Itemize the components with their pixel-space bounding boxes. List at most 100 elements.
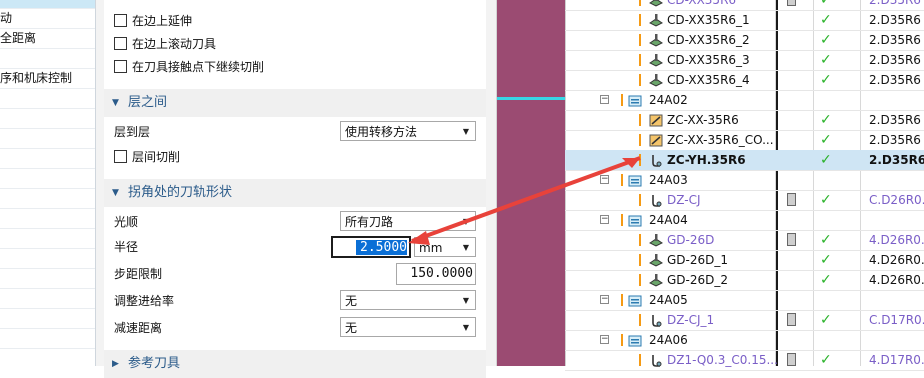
tree-operation-row[interactable]: GD-26D_1 ✓ 4.D26R0.8 [565, 250, 924, 271]
tree-group-row[interactable]: − 24A06 [565, 330, 924, 351]
section-between-layers-header[interactable]: ▼ 层之间 [104, 89, 486, 117]
collapse-minus-icon[interactable]: − [600, 95, 609, 104]
tree-operation-row[interactable]: CD-XX35R6_4 ✓ 2.D35R6 [565, 70, 924, 91]
decel-distance-select[interactable]: 无 ▼ [340, 317, 476, 337]
status-marker [621, 174, 623, 186]
roll-tool-over-edge-checkbox[interactable] [114, 37, 127, 50]
zlevel-operation-icon [649, 113, 663, 127]
mill-operation-icon [649, 53, 663, 67]
tool-name: 2.D35R6 [869, 153, 924, 167]
tool-name: 4.D17R0.8 [869, 353, 924, 367]
tree-group-row[interactable]: − 24A03 [565, 170, 924, 191]
tool-status-icon [787, 233, 796, 246]
tool-name: 4.D26R0.8 [869, 253, 924, 267]
smooth-value: 所有刀路 [345, 215, 394, 229]
collapse-minus-icon[interactable]: − [600, 295, 609, 304]
extend-at-edge-checkbox[interactable] [114, 14, 127, 27]
check-icon: ✓ [820, 312, 832, 328]
radius-input[interactable]: 2.5000 [331, 236, 411, 258]
smooth-label: 光顺 [114, 215, 139, 229]
tree-group-row[interactable]: − 24A02 [565, 90, 924, 111]
tree-operation-row[interactable]: CD-XX35R6_3 ✓ 2.D35R6 [565, 50, 924, 71]
tree-operation-row[interactable]: ZC-YH.35R6 ✓ 2.D35R6 [565, 150, 924, 171]
collapse-minus-icon[interactable]: − [600, 215, 609, 224]
drill-operation-icon [649, 153, 663, 167]
status-marker [621, 214, 623, 226]
graphics-viewport[interactable] [496, 0, 565, 366]
tree-operation-row[interactable]: GD-26D ✓ 4.D26R0.8 [565, 230, 924, 251]
check-icon: ✓ [820, 252, 832, 268]
left-sidebar: 动全距离序和机床控制 [0, 0, 96, 366]
between-layer-cut-checkbox[interactable] [114, 150, 127, 163]
status-marker [621, 334, 623, 346]
operation-name: ZC-YH.35R6 [667, 153, 746, 167]
sidebar-item[interactable]: 序和机床控制 [0, 68, 95, 89]
roll-tool-over-edge-option[interactable]: 在边上滚动刀具 [114, 34, 216, 54]
operation-name: CD-XX35R6_3 [667, 53, 750, 67]
sidebar-item[interactable]: 动 [0, 8, 95, 29]
radius-unit-value: mm [419, 241, 443, 255]
mill-operation-icon [649, 253, 663, 267]
sidebar-row-empty [0, 88, 95, 109]
tool-name: 2.D35R6 [869, 133, 921, 147]
status-marker [639, 274, 641, 286]
sidebar-row-empty [0, 148, 95, 169]
operation-navigator-tree: CD-XX35R6 ✓ 2.D35R6 CD-XX35R6_1 ✓ 2.D35R6 CD-X… [565, 0, 924, 371]
smooth-select[interactable]: 所有刀路 ▼ [340, 211, 476, 231]
sidebar-row-empty [0, 288, 95, 309]
section-reference-tool-header[interactable]: ▶ 参考刀具 [104, 350, 486, 378]
roll-tool-over-edge-label: 在边上滚动刀具 [132, 37, 217, 51]
tree-operation-row[interactable]: ZC-XX-35R6_CO... ✓ 2.D35R6 [565, 130, 924, 151]
sidebar-row-empty [0, 268, 95, 289]
layer-to-layer-select[interactable]: 使用转移方法 ▼ [340, 121, 476, 141]
continue-cut-below-contact-option[interactable]: 在刀具接触点下继续切削 [114, 57, 264, 77]
sidebar-item[interactable] [0, 48, 95, 69]
extend-at-edge-option[interactable]: 在边上延伸 [114, 11, 192, 31]
tree-operation-row[interactable]: ZC-XX-35R6 ✓ 2.D35R6 [565, 110, 924, 131]
collapse-minus-icon[interactable]: − [600, 175, 609, 184]
tree-group-row[interactable]: − 24A04 [565, 210, 924, 231]
step-limit-input[interactable]: 150.0000 [396, 263, 476, 285]
sidebar-row-empty [0, 188, 95, 209]
tree-operation-row[interactable]: DZ1-Q0.3_C0.15... ✓ 4.D17R0.8 [565, 350, 924, 371]
tree-group-name: 24A02 [649, 93, 688, 107]
status-marker [639, 234, 641, 246]
status-marker [639, 54, 641, 66]
mill-operation-icon [649, 233, 663, 247]
drill-operation-icon [649, 313, 663, 327]
tool-status-icon [787, 193, 796, 206]
sidebar-item-label: 全距离 [0, 31, 37, 45]
status-marker [621, 294, 623, 306]
section-corner-shape-header[interactable]: ▼ 拐角处的刀轨形状 [104, 179, 486, 207]
tree-operation-row[interactable]: DZ-CJ_1 ✓ C.D17R0.8 [565, 310, 924, 331]
sidebar-item[interactable]: 全距离 [0, 28, 95, 49]
collapse-minus-icon[interactable]: − [600, 335, 609, 344]
zlevel-operation-icon [649, 133, 663, 147]
tree-operation-row[interactable]: CD-XX35R6_1 ✓ 2.D35R6 [565, 10, 924, 31]
status-marker [639, 134, 641, 146]
continue-cut-below-contact-checkbox[interactable] [114, 60, 127, 73]
feed-adjust-select[interactable]: 无 ▼ [340, 290, 476, 310]
tool-name: 2.D35R6 [869, 53, 921, 67]
sidebar-item-label: 动 [0, 11, 13, 25]
feed-adjust-value: 无 [345, 294, 358, 308]
tree-operation-row[interactable]: DZ-CJ ✓ C.D26R0.8 [565, 190, 924, 211]
radius-unit-select[interactable]: mm ▼ [414, 237, 476, 257]
operation-dialog: 在边上延伸 在边上滚动刀具 在刀具接触点下继续切削 ▼ 层之间 层到层 使用转移… [96, 0, 496, 378]
between-layer-cut-label: 层间切削 [132, 150, 181, 164]
sidebar-item-label: 序和机床控制 [0, 71, 73, 85]
tool-name: 2.D35R6 [869, 113, 921, 127]
program-folder-icon [628, 293, 642, 307]
extend-at-edge-label: 在边上延伸 [132, 14, 193, 28]
mill-operation-icon [649, 0, 663, 7]
viewport-highlight-line [497, 97, 565, 100]
operation-name: DZ-CJ [667, 193, 701, 207]
status-marker [639, 14, 641, 26]
tool-name: 2.D35R6 [869, 0, 921, 7]
tree-operation-row[interactable]: CD-XX35R6_2 ✓ 2.D35R6 [565, 30, 924, 51]
operation-name: CD-XX35R6_4 [667, 73, 750, 87]
tree-group-row[interactable]: − 24A05 [565, 290, 924, 311]
between-layer-cut-option[interactable]: 层间切削 [114, 147, 180, 167]
check-icon: ✓ [820, 272, 832, 288]
tree-operation-row[interactable]: GD-26D_2 ✓ 4.D26R0.8 [565, 270, 924, 291]
